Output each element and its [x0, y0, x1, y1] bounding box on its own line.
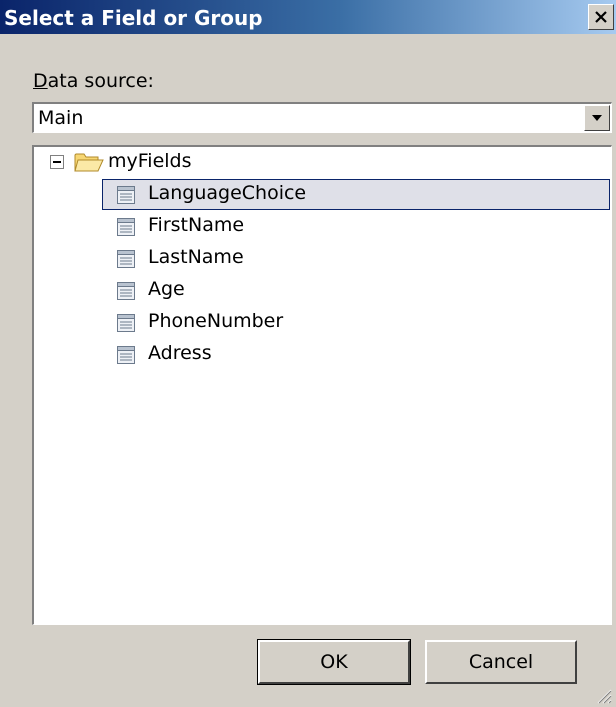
ok-button[interactable]: OK: [257, 639, 411, 685]
data-source-value: Main: [38, 107, 84, 129]
field-icon: [117, 314, 135, 332]
tree-item-phonenumber[interactable]: PhoneNumber: [102, 307, 610, 338]
tree-item-label: LastName: [148, 246, 244, 268]
tree-item-label: PhoneNumber: [148, 310, 284, 332]
folder-open-icon: [74, 153, 104, 172]
tree-item-languagechoice[interactable]: LanguageChoice: [102, 179, 610, 210]
tree-item-lastname[interactable]: LastName: [102, 243, 610, 274]
cancel-button[interactable]: Cancel: [425, 640, 577, 684]
data-source-label-text: ata source:: [47, 70, 154, 92]
data-source-dropdown[interactable]: Main: [32, 102, 612, 133]
close-icon: [595, 11, 607, 23]
dialog-title: Select a Field or Group: [4, 6, 263, 30]
collapse-toggle[interactable]: [50, 155, 64, 169]
resize-grip-icon[interactable]: [594, 686, 612, 704]
data-source-label-mnemonic: D: [33, 70, 48, 92]
tree-item-label: LanguageChoice: [148, 182, 307, 204]
tree-item-firstname[interactable]: FirstName: [102, 211, 610, 242]
tree-item-label: FirstName: [148, 214, 245, 236]
chevron-down-icon: [592, 115, 602, 121]
tree-item-age[interactable]: Age: [102, 275, 610, 306]
field-icon: [117, 250, 135, 268]
tree-item-adress[interactable]: Adress: [102, 339, 610, 370]
field-icon: [117, 186, 135, 204]
dropdown-button[interactable]: [584, 105, 610, 131]
tree-root-label[interactable]: myFields: [108, 150, 192, 172]
data-source-label: Data source:: [33, 70, 154, 92]
field-icon: [117, 346, 135, 364]
title-bar: Select a Field or Group: [0, 0, 616, 34]
field-tree[interactable]: myFields LanguageChoice FirstName LastNa…: [32, 145, 612, 625]
tree-item-label: Age: [148, 278, 185, 300]
tree-item-label: Adress: [148, 342, 212, 364]
close-button[interactable]: [588, 4, 614, 30]
field-icon: [117, 218, 135, 236]
field-icon: [117, 282, 135, 300]
